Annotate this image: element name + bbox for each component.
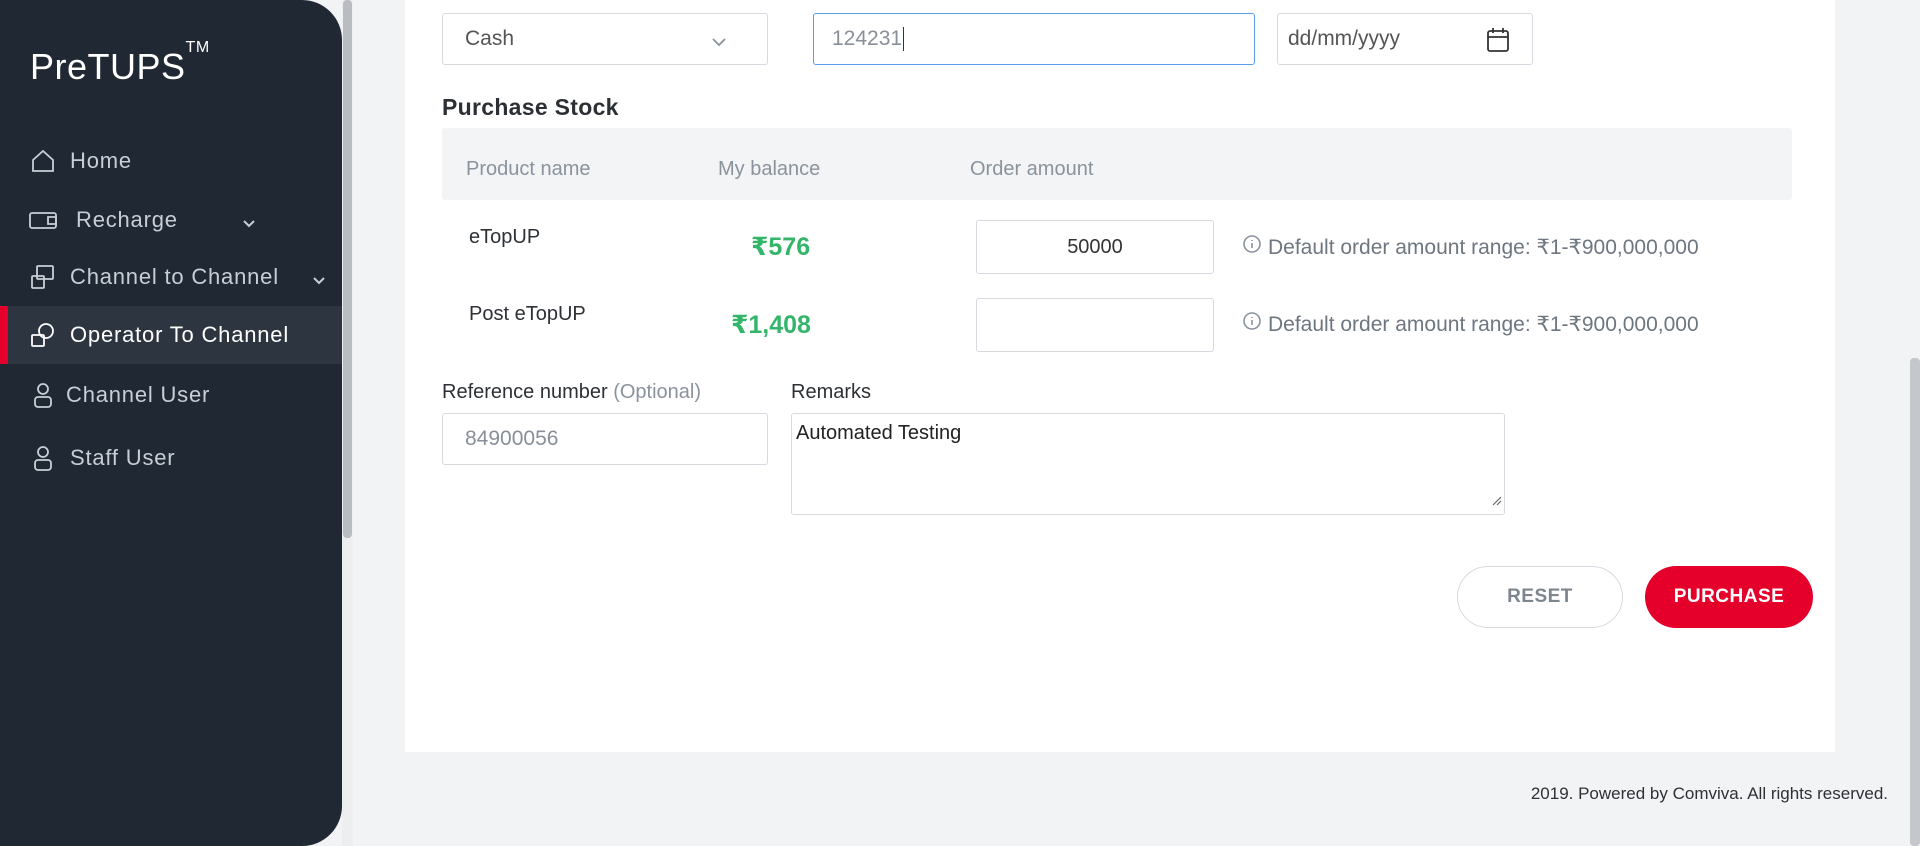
- remarks-textarea[interactable]: Automated Testing: [791, 413, 1505, 515]
- calendar-icon[interactable]: [1486, 27, 1510, 59]
- sidebar-item-staff-user[interactable]: Staff User: [0, 429, 342, 487]
- column-header-product: Product name: [466, 158, 591, 180]
- chevron-down-icon: [242, 211, 256, 237]
- remarks-label: Remarks: [791, 381, 872, 403]
- reference-number-input[interactable]: 84900056: [442, 413, 768, 465]
- sidebar-item-channel-user[interactable]: Channel User: [0, 366, 342, 424]
- sidebar-item-label: Channel to Channel: [70, 264, 279, 289]
- hint-text: Default order amount range: ₹1-₹900,000,…: [1268, 235, 1699, 259]
- hint-text: Default order amount range: ₹1-₹900,000,…: [1268, 312, 1699, 336]
- user-icon: [28, 380, 58, 410]
- sidebar-item-recharge[interactable]: Recharge: [0, 191, 342, 249]
- page-scrollbar-thumb[interactable]: [1910, 358, 1920, 846]
- chevron-down-icon: [312, 268, 326, 294]
- purchase-button[interactable]: PURCHASE: [1645, 566, 1813, 628]
- order-amount-hint: Default order amount range: ₹1-₹900,000,…: [1242, 311, 1699, 337]
- product-name: eTopUP: [469, 226, 541, 248]
- table-header: Product name My balance Order amount: [442, 128, 1792, 200]
- brand-logo: PreTUPSTM: [30, 39, 210, 87]
- channel-transfer-icon: [28, 262, 58, 292]
- product-name: Post eTopUP: [469, 303, 586, 325]
- section-title: Purchase Stock: [442, 94, 619, 120]
- sidebar-item-channel-to-channel[interactable]: Channel to Channel: [0, 248, 342, 306]
- operator-channel-icon: [28, 320, 58, 350]
- reference-number-label: Reference number (Optional): [442, 381, 702, 403]
- remarks-value: Automated Testing: [796, 422, 962, 444]
- order-amount-hint: Default order amount range: ₹1-₹900,000,…: [1242, 234, 1699, 260]
- payment-type-value: Cash: [465, 27, 515, 50]
- home-icon: [28, 146, 58, 176]
- sidebar-item-label: Operator To Channel: [70, 322, 290, 347]
- payment-instrument-input[interactable]: 124231: [813, 13, 1255, 65]
- payment-date-input[interactable]: dd/mm/yyyy: [1277, 13, 1533, 65]
- product-balance: ₹576: [751, 233, 811, 261]
- text-cursor: [903, 27, 905, 51]
- sidebar-item-label: Recharge: [76, 207, 178, 232]
- payment-type-select[interactable]: Cash: [442, 13, 768, 65]
- sidebar-item-home[interactable]: Home: [0, 132, 342, 190]
- column-header-balance: My balance: [718, 158, 821, 180]
- reset-button[interactable]: RESET: [1457, 566, 1623, 628]
- footer-copyright: 2019. Powered by Comviva. All rights res…: [1530, 784, 1888, 803]
- sidebar-item-label: Home: [70, 148, 132, 173]
- payment-instrument-value: 124231: [832, 27, 903, 50]
- sidebar-item-label: Channel User: [66, 382, 211, 407]
- sidebar-scrollbar-thumb[interactable]: [343, 0, 352, 538]
- product-balance: ₹1,408: [731, 311, 811, 339]
- user-icon: [28, 443, 58, 473]
- order-amount-input[interactable]: [976, 298, 1214, 352]
- reference-number-placeholder: 84900056: [465, 427, 559, 450]
- resize-handle-icon[interactable]: [1490, 489, 1502, 512]
- purchase-form-card: [405, 0, 1835, 752]
- sidebar-item-label: Staff User: [70, 445, 176, 470]
- recharge-icon: [28, 205, 58, 235]
- order-amount-input[interactable]: 50000: [976, 220, 1214, 274]
- info-icon: [1242, 311, 1262, 337]
- chevron-down-icon: [711, 30, 727, 54]
- column-header-order-amount: Order amount: [970, 158, 1094, 180]
- info-icon: [1242, 234, 1262, 260]
- sidebar-item-operator-to-channel[interactable]: Operator To Channel: [0, 306, 342, 364]
- sidebar: PreTUPSTM Home Recharge Channel to Chann…: [0, 0, 342, 846]
- payment-date-placeholder: dd/mm/yyyy: [1288, 27, 1401, 50]
